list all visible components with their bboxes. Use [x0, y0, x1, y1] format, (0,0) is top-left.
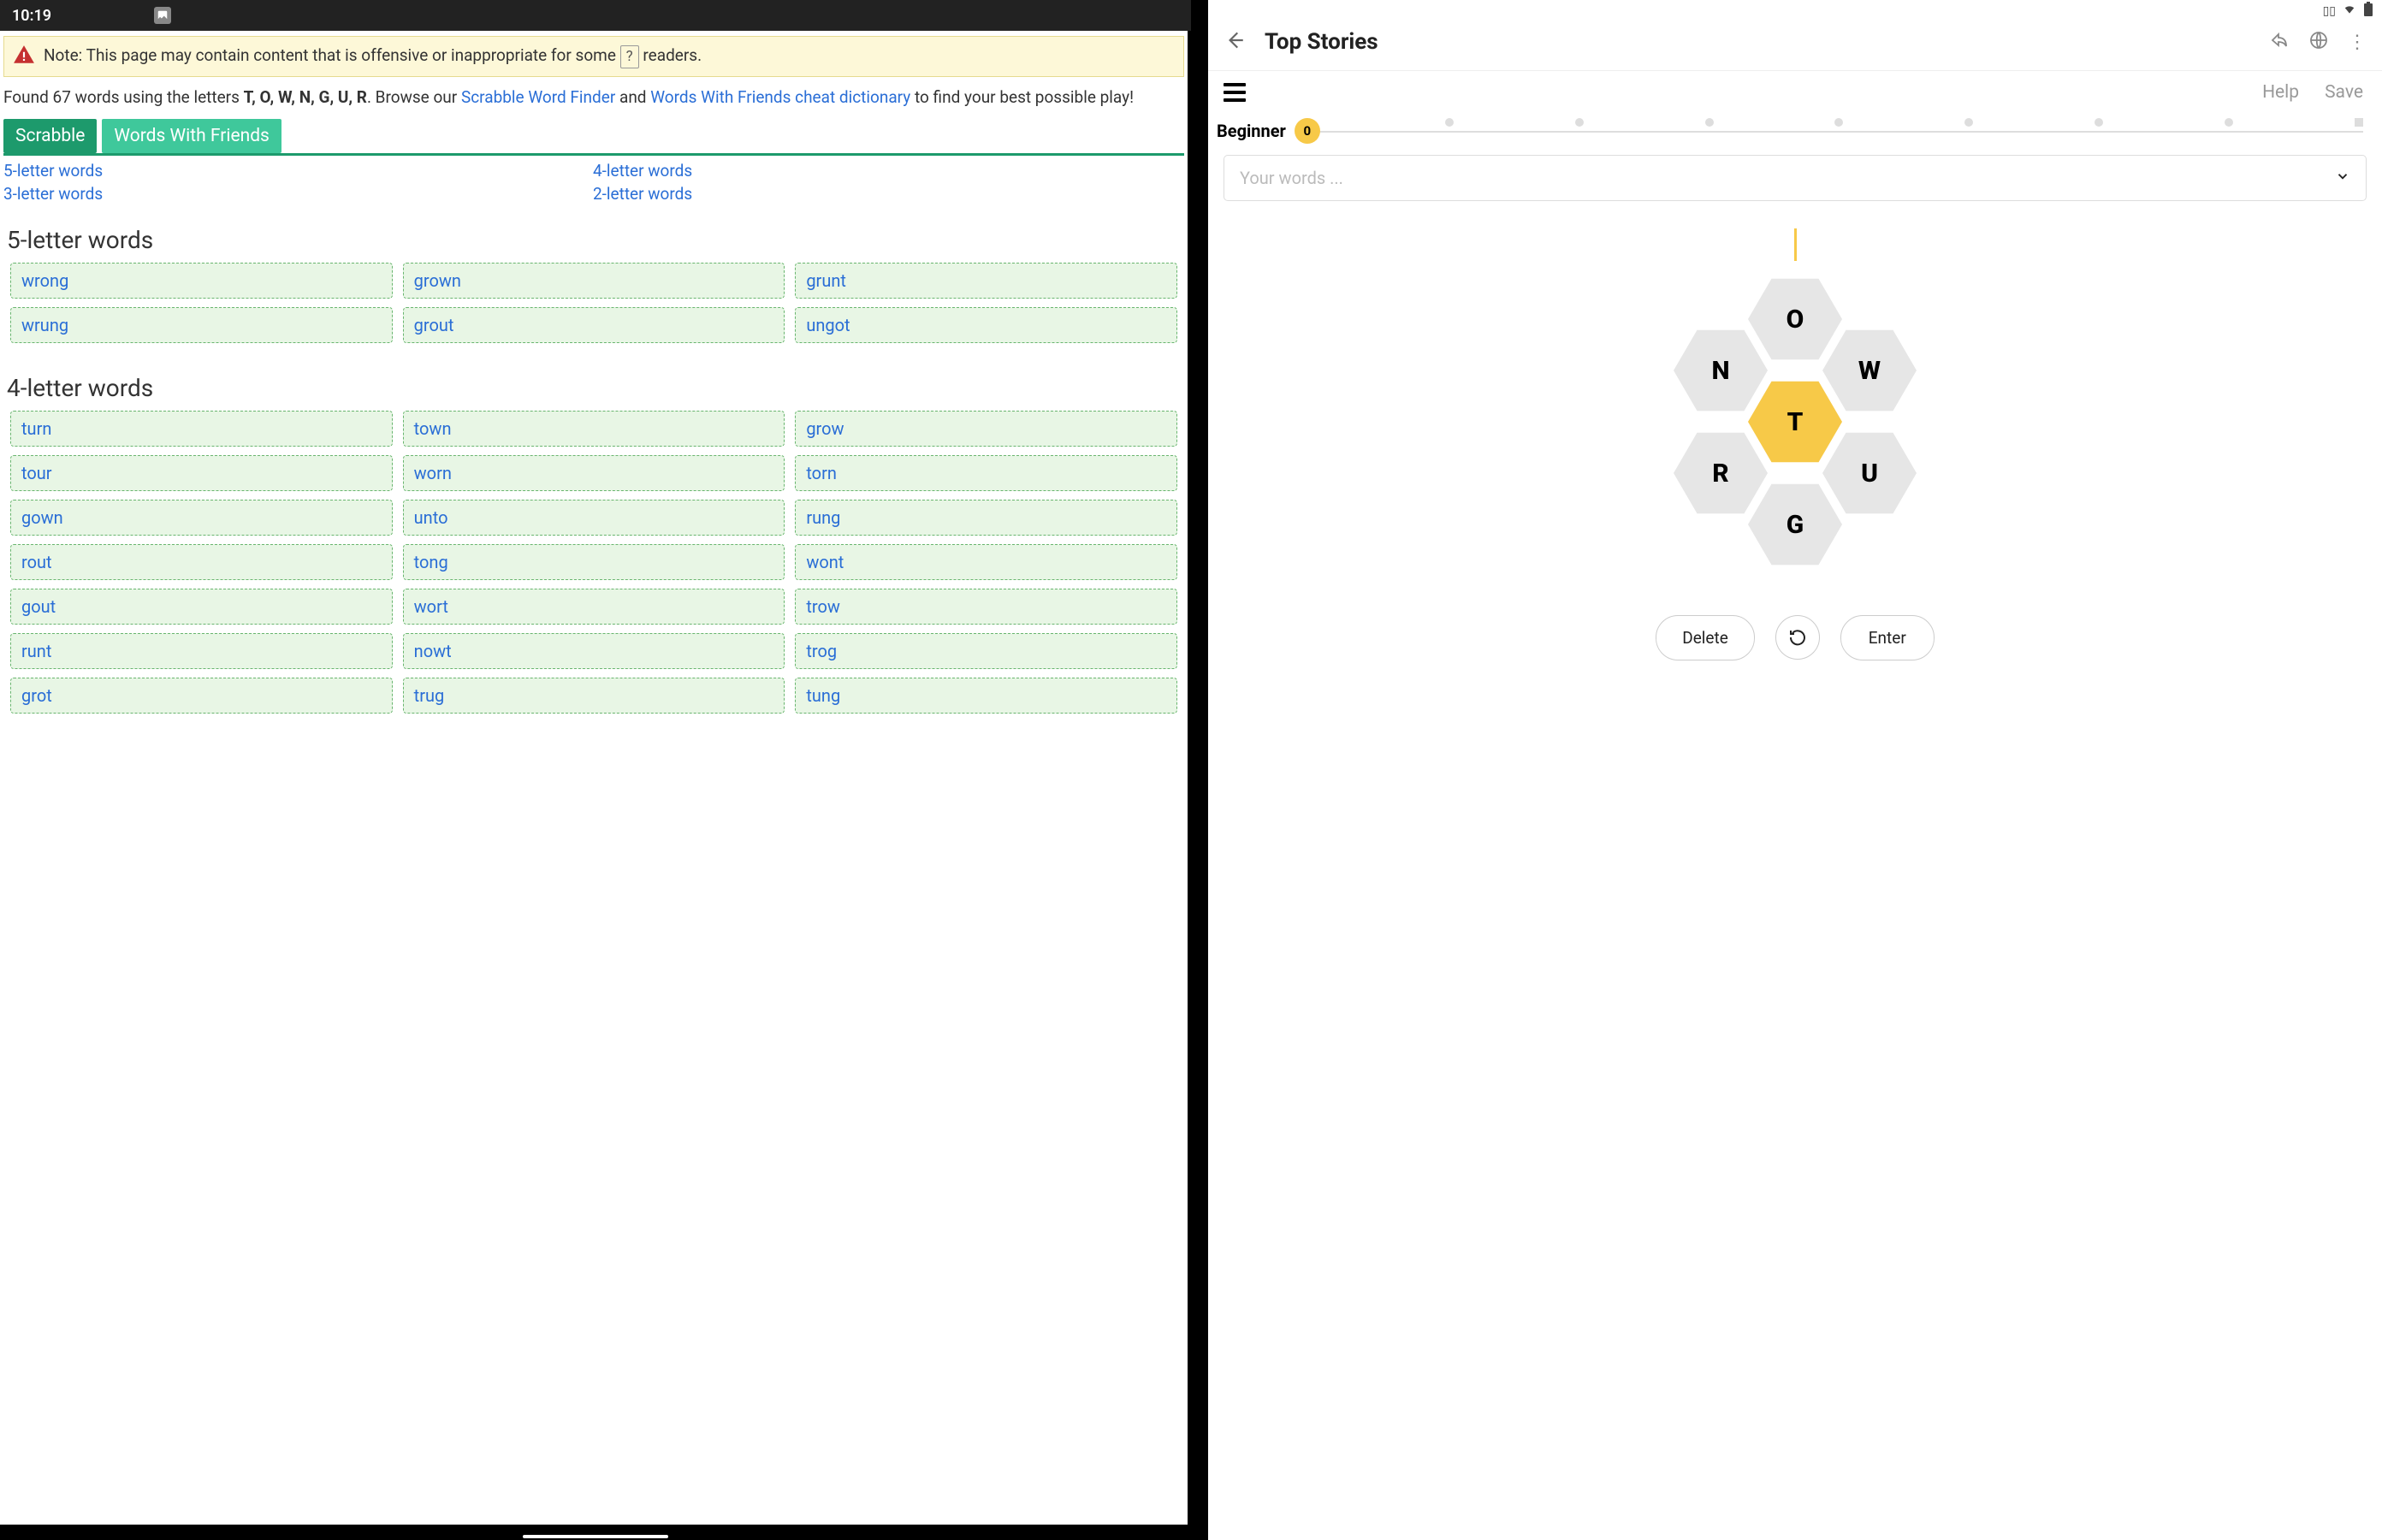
chevron-down-icon	[2335, 168, 2350, 188]
word-cell[interactable]: trog	[795, 633, 1177, 669]
rank-step	[2095, 118, 2103, 127]
right-app-pane: ▯▯ Top Stories ⋮ Help Save Beginner	[1191, 0, 2382, 1540]
input-cursor-area[interactable]	[1208, 201, 2382, 261]
word-cell[interactable]: worn	[403, 455, 785, 491]
word-grid-5: wrong grown grunt wrung grout ungot	[0, 263, 1188, 353]
found-words-placeholder: Your words ...	[1240, 168, 1343, 188]
rank-label: Beginner	[1217, 121, 1286, 141]
word-cell[interactable]: wrong	[10, 263, 393, 299]
back-button[interactable]	[1224, 29, 1246, 55]
page-title: Top Stories	[1265, 29, 2250, 55]
globe-icon[interactable]	[2308, 30, 2329, 54]
section-heading-4: 4-letter words	[0, 353, 1188, 411]
battery-icon	[2363, 2, 2373, 21]
enter-button[interactable]: Enter	[1840, 615, 1935, 660]
menu-icon[interactable]	[1217, 80, 1253, 105]
image-icon	[154, 7, 171, 24]
scrabble-word-finder-link[interactable]: Scrabble Word Finder	[461, 87, 615, 107]
word-cell[interactable]: trug	[403, 678, 785, 714]
rank-step	[1445, 118, 1454, 127]
hive: O N W T R U G	[1650, 278, 1941, 586]
content-warning-banner: Note: This page may contain content that…	[3, 36, 1184, 77]
overflow-menu-icon[interactable]: ⋮	[2348, 32, 2367, 53]
word-cell[interactable]: trow	[795, 589, 1177, 625]
rank-step	[1575, 118, 1584, 127]
word-cell[interactable]: ungot	[795, 307, 1177, 343]
word-cell[interactable]: torn	[795, 455, 1177, 491]
shuffle-button[interactable]	[1775, 615, 1820, 660]
android-nav-bar	[0, 1533, 1191, 1540]
length-jump-links: 5-letter words 4-letter words 3-letter w…	[0, 156, 1188, 205]
warning-help-button[interactable]: ?	[620, 45, 639, 68]
game-header-row: Help Save	[1208, 71, 2382, 117]
android-status-bar: 10:19	[0, 0, 1191, 31]
word-cell[interactable]: gout	[10, 589, 393, 625]
dictionary-content: Note: This page may contain content that…	[0, 31, 1188, 1525]
word-cell[interactable]: tong	[403, 544, 785, 580]
word-cell[interactable]: runt	[10, 633, 393, 669]
warning-icon	[13, 44, 35, 69]
found-words-dropdown[interactable]: Your words ...	[1224, 155, 2367, 201]
app-top-bar: Top Stories ⋮	[1208, 22, 2382, 71]
rank-step	[1964, 118, 1973, 127]
link-5-letter[interactable]: 5-letter words	[3, 159, 593, 182]
word-grid-4: turn town grow tour worn torn gown unto …	[0, 411, 1188, 724]
word-cell[interactable]: town	[403, 411, 785, 447]
wifi-icon	[2343, 3, 2356, 19]
rank-step	[1705, 118, 1714, 127]
rank-step-final	[2355, 118, 2363, 127]
word-cell[interactable]: grunt	[795, 263, 1177, 299]
rank-progress: Beginner 0	[1208, 117, 2382, 148]
word-cell[interactable]: tung	[795, 678, 1177, 714]
word-cell[interactable]: wrung	[10, 307, 393, 343]
word-cell[interactable]: unto	[403, 500, 785, 536]
tab-scrabble[interactable]: Scrabble	[3, 119, 97, 153]
home-indicator[interactable]	[523, 1535, 668, 1538]
status-time: 10:19	[12, 7, 51, 25]
word-cell[interactable]: grot	[10, 678, 393, 714]
tab-words-with-friends[interactable]: Words With Friends	[102, 119, 281, 153]
word-cell[interactable]: rout	[10, 544, 393, 580]
share-icon[interactable]	[2269, 30, 2290, 54]
word-cell[interactable]: rung	[795, 500, 1177, 536]
hive-cell-bottom[interactable]: G	[1748, 483, 1842, 566]
wwf-cheat-dictionary-link[interactable]: Words With Friends cheat dictionary	[650, 87, 910, 107]
link-3-letter[interactable]: 3-letter words	[3, 182, 593, 205]
save-link[interactable]: Save	[2325, 82, 2363, 103]
link-4-letter[interactable]: 4-letter words	[593, 159, 1182, 182]
warning-text: Note: This page may contain content that…	[44, 44, 702, 68]
word-cell[interactable]: gown	[10, 500, 393, 536]
rank-track: 0	[1298, 121, 2363, 141]
word-cell[interactable]: grow	[795, 411, 1177, 447]
game-buttons: Delete Enter	[1208, 615, 2382, 660]
left-app-pane: 10:19 Note: This page may contain conten…	[0, 0, 1191, 1540]
word-cell[interactable]: turn	[10, 411, 393, 447]
word-cell[interactable]: grout	[403, 307, 785, 343]
rank-step	[2225, 118, 2233, 127]
rank-step	[1834, 118, 1843, 127]
word-cell[interactable]: wont	[795, 544, 1177, 580]
game-tabs: Scrabble Words With Friends	[0, 114, 1188, 153]
right-status-bar: ▯▯	[1208, 0, 2382, 22]
word-cell[interactable]: nowt	[403, 633, 785, 669]
word-cell[interactable]: tour	[10, 455, 393, 491]
delete-button[interactable]: Delete	[1656, 615, 1755, 660]
found-summary: Found 67 words using the letters T, O, W…	[0, 86, 1188, 114]
section-heading-5: 5-letter words	[0, 205, 1188, 263]
word-cell[interactable]: grown	[403, 263, 785, 299]
link-2-letter[interactable]: 2-letter words	[593, 182, 1182, 205]
word-cell[interactable]: wort	[403, 589, 785, 625]
help-link[interactable]: Help	[2262, 82, 2299, 103]
score-badge: 0	[1295, 118, 1320, 144]
text-cursor	[1794, 228, 1797, 261]
vibrate-icon: ▯▯	[2323, 4, 2336, 18]
